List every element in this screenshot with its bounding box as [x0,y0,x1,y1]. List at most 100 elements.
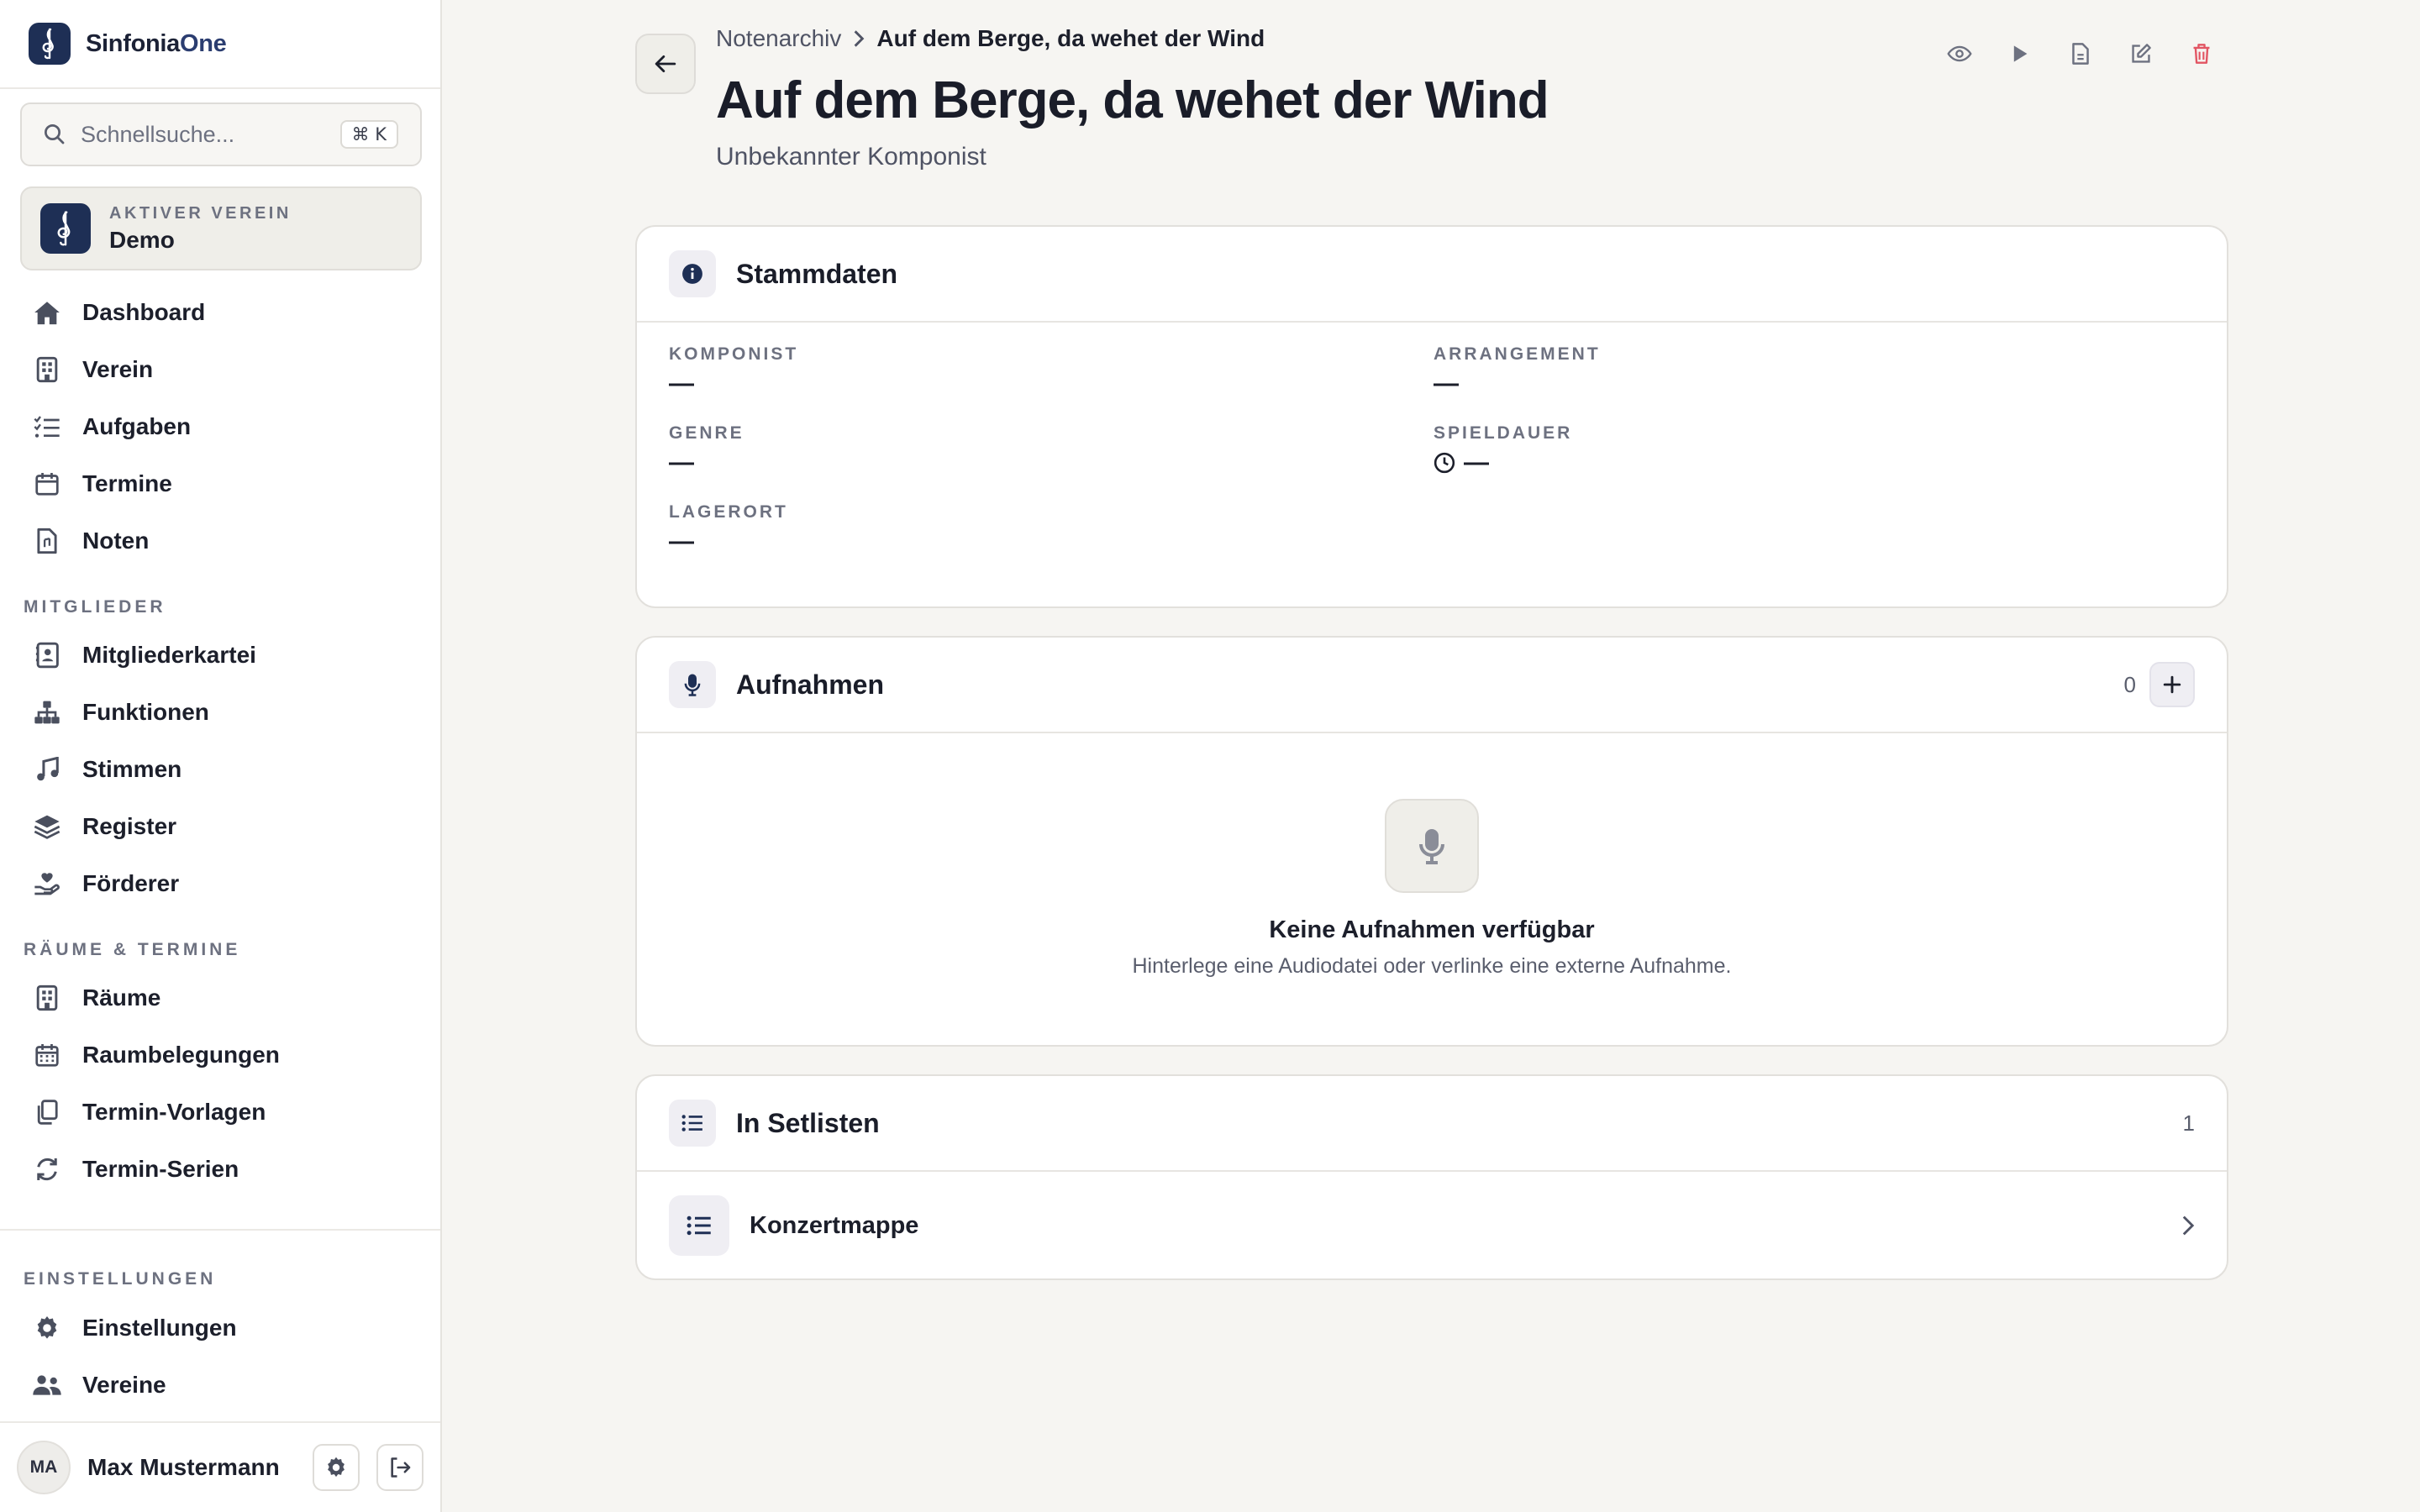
field-spieldauer: SPIELDAUER — [1434,423,1572,477]
delete-button[interactable] [2180,32,2223,76]
active-club-name: Demo [109,226,175,253]
empty-state: Keine Aufnahmen verfügbar Hinterlege ein… [637,733,2227,1045]
sidebar-item-label: Register [82,813,177,839]
sidebar-item-einstellungen[interactable]: Einstellungen [20,1304,422,1352]
sidebar-item-termin-vorlagen[interactable]: Termin-Vorlagen [20,1088,422,1137]
list-icon [669,1195,729,1256]
sidebar-item-label: Termin-Serien [82,1156,239,1182]
sidebar-item-mitgliederkartei[interactable]: Mitgliederkartei [20,631,422,680]
card-header: In Setlisten 1 [637,1076,2227,1172]
user-settings-button[interactable] [313,1444,360,1491]
page-title: Auf dem Berge, da wehet der Wind [716,71,1549,129]
sidebar-item-termin-serien[interactable]: Termin-Serien [20,1145,422,1194]
shortcut-badge: ⌘ K [339,120,398,149]
org-chart-icon [32,697,62,727]
list-item[interactable]: Konzertmappe [637,1172,2227,1278]
sidebar-item-label: Verein [82,356,154,382]
edit-button[interactable] [2119,32,2163,76]
microphone-icon [1385,799,1479,893]
sidebar-item-raumbelegungen[interactable]: Raumbelegungen [20,1031,422,1079]
sidebar-item-aufgaben[interactable]: Aufgaben [20,402,422,451]
sheet-music-file-icon [32,526,62,556]
add-recording-button[interactable] [2149,662,2195,707]
sidebar-item-foerderer[interactable]: Förderer [20,859,422,908]
sidebar-item-label: Förderer [82,870,180,896]
preview-button[interactable] [1938,32,1981,76]
field-value: — [1434,370,1459,397]
sidebar-item-label: Termine [82,470,172,496]
back-button[interactable] [635,34,696,94]
field-arrangement: ARRANGEMENT — [1434,344,1601,398]
search-placeholder: Schnellsuche... [81,121,235,147]
microphone-icon [669,661,716,708]
eye-icon [1947,45,1972,63]
field-label: SPIELDAUER [1434,423,1573,443]
sidebar-item-termine[interactable]: Termine [20,459,422,508]
field-value: — [669,528,694,555]
trash-icon [2192,43,2211,65]
sidebar-item-vereine[interactable]: Vereine [20,1361,422,1410]
building-icon [32,354,62,385]
sidebar-item-raeume[interactable]: Räume [20,974,422,1022]
empty-state-text: Hinterlege eine Audiodatei oder verlinke… [1132,954,1732,978]
sidebar-item-label: Dashboard [82,299,206,325]
plus-icon [2163,675,2181,694]
treble-clef-icon [29,23,71,65]
card-header: Aufnahmen 0 [637,638,2227,733]
logout-button[interactable] [376,1444,424,1491]
file-pdf-icon [2071,42,2090,66]
avatar[interactable]: MA [17,1441,71,1494]
setlist-name: Konzertmappe [750,1211,919,1239]
sidebar-item-label: Vereine [82,1372,166,1398]
contact-card-icon [32,640,62,670]
sidebar-item-label: Funktionen [82,699,209,725]
sidebar-item-noten[interactable]: Noten [20,517,422,565]
clock-icon [1434,452,1464,474]
sidebar-item-label: Mitgliederkartei [82,642,256,668]
breadcrumb-current: Auf dem Berge, da wehet der Wind [876,25,1265,51]
sidebar-item-label: Einstellungen [82,1315,237,1341]
field-label: ARRANGEMENT [1434,344,1601,364]
brand-name: SinfoniaOne [86,29,227,57]
layers-icon [32,811,62,842]
calendar-grid-icon [32,1040,62,1070]
card-header: Stammdaten [637,227,2227,323]
card-title: Stammdaten [736,258,898,289]
sidebar-section-heading: RÄUME & TERMINE [24,940,241,959]
field-value-row: — [1434,449,1572,477]
sidebar-item-funktionen[interactable]: Funktionen [20,688,422,737]
user-name: Max Mustermann [87,1454,280,1480]
sidebar-item-register[interactable]: Register [20,802,422,851]
field-label: KOMPONIST [669,344,799,364]
pdf-button[interactable] [2059,32,2102,76]
field-value: — [1464,449,1489,476]
list-icon [669,1100,716,1147]
recordings-card: Aufnahmen 0 Keine Aufnahmen verfügbar Hi… [635,636,2228,1047]
play-button[interactable] [1998,32,2042,76]
search-input[interactable]: Schnellsuche... ⌘ K [20,102,422,166]
sidebar-item-label: Noten [82,528,150,554]
chevron-right-icon [851,28,866,50]
treble-clef-icon [40,203,91,254]
brand-header[interactable]: SinfoniaOne [0,0,440,89]
music-note-icon [32,754,62,785]
active-club-switcher[interactable]: AKTIVER VEREIN Demo [20,186,422,270]
sidebar-item-stimmen[interactable]: Stimmen [20,745,422,794]
users-icon [32,1370,62,1400]
sidebar-item-label: Raumbelegungen [82,1042,280,1068]
card-title: Aufnahmen [736,669,884,700]
empty-state-title: Keine Aufnahmen verfügbar [1269,916,1595,943]
home-icon [32,297,62,328]
field-value: — [669,370,694,397]
field-genre: GENRE — [669,423,744,477]
sidebar-item-verein[interactable]: Verein [20,345,422,394]
breadcrumb-link-notenarchiv[interactable]: Notenarchiv [716,25,841,52]
sidebar-item-label: Termin-Vorlagen [82,1099,266,1125]
sidebar-section-heading: EINSTELLUNGEN [24,1269,217,1289]
gear-icon [32,1313,62,1343]
arrow-left-icon [655,54,676,74]
field-grid: KOMPONIST — ARRANGEMENT — GENRE — SPIELD… [637,323,2227,606]
sidebar-item-dashboard[interactable]: Dashboard [20,288,422,337]
task-list-icon [32,412,62,442]
info-icon [669,250,716,297]
